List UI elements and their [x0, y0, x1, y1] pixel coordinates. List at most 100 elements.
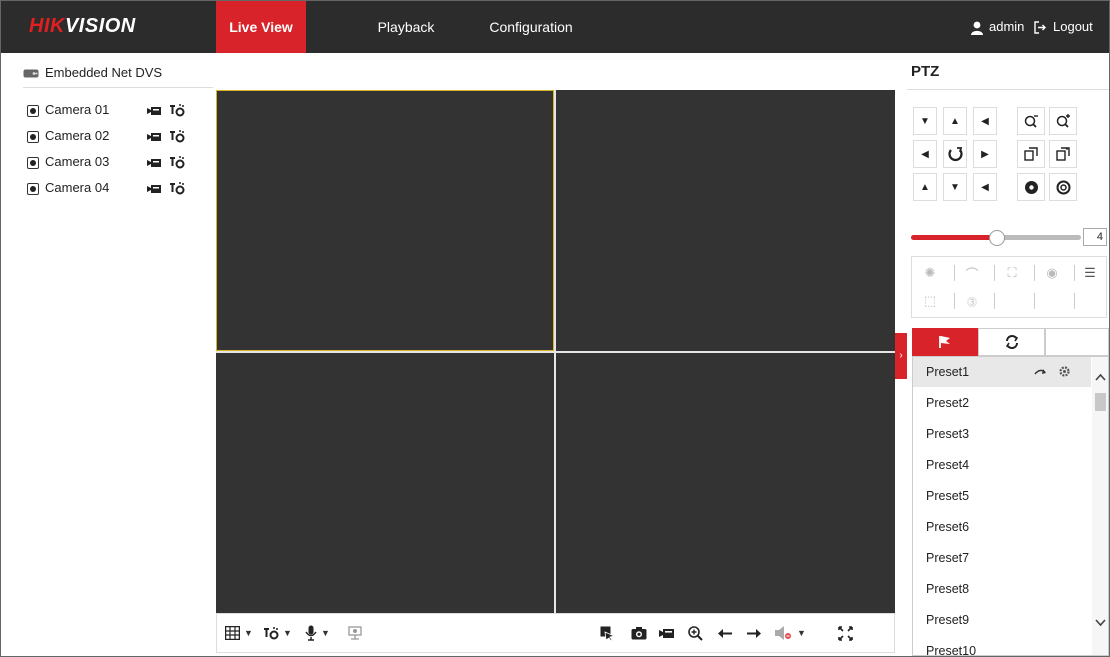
scrollbar-thumb[interactable]: [1095, 393, 1106, 411]
record-icon[interactable]: [147, 157, 161, 169]
call-preset-icon[interactable]: [1034, 368, 1048, 377]
user-icon: [971, 21, 983, 35]
ptz-down-button[interactable]: ▼: [943, 173, 967, 201]
ptz-up-right-button[interactable]: ◀: [973, 107, 997, 135]
zoom-out-button[interactable]: [1017, 107, 1045, 135]
ptz-speed-value[interactable]: 4: [1083, 228, 1107, 246]
slider-handle[interactable]: [989, 230, 1005, 246]
video-window[interactable]: [556, 353, 895, 613]
auxiliary-focus-button[interactable]: ⛶: [998, 262, 1026, 284]
chevron-down-icon[interactable]: [1095, 619, 1106, 627]
record-icon[interactable]: [147, 131, 161, 143]
tab-pattern[interactable]: [1045, 328, 1109, 356]
iris-close-icon: [1056, 180, 1070, 194]
preset-item[interactable]: Preset1: [913, 357, 1091, 387]
ptz-camera-icon[interactable]: [169, 180, 185, 196]
tab-playback[interactable]: Playback: [361, 1, 451, 53]
next-page-button[interactable]: [747, 624, 761, 642]
ptz-menu-button[interactable]: ▼: [263, 624, 292, 642]
3d-positioning-button[interactable]: ⓷: [958, 290, 986, 312]
ptz-right-button[interactable]: ▶: [973, 140, 997, 168]
preset-scrollbar[interactable]: [1092, 357, 1108, 655]
ptz-auto-scan-button[interactable]: [943, 140, 967, 168]
manual-tracking-button[interactable]: ⬚: [916, 290, 944, 312]
preset-label: Preset10: [926, 644, 977, 656]
ptz-up-left-button[interactable]: ▼: [913, 107, 937, 135]
preset-item[interactable]: Preset7: [913, 543, 1091, 573]
preset-item[interactable]: Preset5: [913, 481, 1091, 511]
device-tree-header[interactable]: Embedded Net DVS: [23, 65, 213, 88]
previous-page-button[interactable]: [718, 624, 732, 642]
preset-label: Preset1: [926, 365, 970, 379]
ptz-down-left-button[interactable]: ▲: [913, 173, 937, 201]
arrow-up-left-icon: ▼: [920, 115, 930, 127]
preset-item[interactable]: Preset4: [913, 450, 1091, 480]
ptz-camera-icon[interactable]: [169, 102, 185, 118]
digital-zoom-button[interactable]: [347, 624, 363, 642]
divider: [1074, 293, 1075, 309]
wiper-button[interactable]: ⌒: [958, 262, 986, 284]
zoom-in-button[interactable]: [1049, 107, 1077, 135]
preset-label: Preset5: [926, 489, 970, 503]
ptz-camera-icon[interactable]: [169, 128, 185, 144]
gear-icon[interactable]: [1058, 365, 1071, 378]
focus-far-button[interactable]: [1049, 140, 1077, 168]
camera-item[interactable]: Camera 03: [27, 154, 207, 176]
menu-button[interactable]: ☰: [1076, 262, 1104, 284]
video-window[interactable]: [216, 353, 554, 613]
light-button[interactable]: ✺: [916, 262, 944, 284]
user-menu[interactable]: admin: [971, 1, 1024, 53]
chevron-up-icon[interactable]: [1095, 373, 1106, 381]
ptz-down-right-button[interactable]: ◀: [973, 173, 997, 201]
tab-presets[interactable]: [912, 328, 978, 356]
microphone-icon: [305, 625, 317, 641]
ptz-left-button[interactable]: ◀: [913, 140, 937, 168]
lens-init-button[interactable]: ◉: [1038, 262, 1066, 284]
camera-status-icon: [27, 156, 39, 169]
window-split-button[interactable]: ▼: [225, 624, 253, 642]
rotate-icon: [947, 146, 963, 161]
ptz-camera-icon[interactable]: [169, 154, 185, 170]
preset-item[interactable]: Preset9: [913, 605, 1091, 635]
ptz-up-button[interactable]: ▲: [943, 107, 967, 135]
preset-item[interactable]: Preset8: [913, 574, 1091, 604]
preset-item[interactable]: Preset3: [913, 419, 1091, 449]
camera-label: Camera 03: [45, 154, 110, 169]
ptz-title: PTZ: [911, 63, 940, 80]
arrow-left-icon: ◀: [921, 148, 929, 160]
camera-item[interactable]: Camera 02: [27, 128, 207, 150]
camera-item[interactable]: Camera 01: [27, 102, 207, 124]
patrol-icon: [1005, 335, 1018, 349]
tab-configuration[interactable]: Configuration: [471, 1, 591, 53]
tracking-icon: ⬚: [923, 293, 937, 308]
ptz-speed-slider[interactable]: [911, 230, 1081, 246]
record-icon[interactable]: [147, 183, 161, 195]
iris-open-icon: [1024, 180, 1038, 194]
stop-all-preview-button[interactable]: [600, 624, 615, 642]
fullscreen-button[interactable]: [838, 624, 853, 642]
capture-button[interactable]: [631, 624, 647, 642]
video-window[interactable]: [216, 90, 554, 351]
tab-patrol[interactable]: [978, 328, 1045, 356]
arrow-right-icon: [747, 628, 761, 638]
preset-item[interactable]: Preset6: [913, 512, 1091, 542]
logout-button[interactable]: Logout: [1034, 1, 1093, 53]
panel-collapse-toggle[interactable]: ›: [895, 333, 907, 379]
preset-item[interactable]: Preset10: [913, 636, 1091, 656]
microphone-button[interactable]: ▼: [305, 624, 330, 642]
record-icon[interactable]: [147, 105, 161, 117]
tab-live-view[interactable]: Live View: [216, 1, 306, 53]
preset-item[interactable]: Preset2: [913, 388, 1091, 418]
camera-item[interactable]: Camera 04: [27, 180, 207, 202]
iris-open-button[interactable]: [1017, 173, 1045, 201]
zoom-in-icon: [1056, 113, 1070, 128]
video-window[interactable]: [556, 90, 895, 351]
focus-near-button[interactable]: [1017, 140, 1045, 168]
audio-button[interactable]: ▼: [775, 624, 806, 642]
record-all-button[interactable]: [659, 624, 674, 642]
divider: [1034, 265, 1035, 281]
camera-status-icon: [27, 104, 39, 117]
iris-close-button[interactable]: [1049, 173, 1077, 201]
zoom-out-icon: [1024, 114, 1038, 128]
digital-zoom-in-button[interactable]: [688, 624, 703, 642]
